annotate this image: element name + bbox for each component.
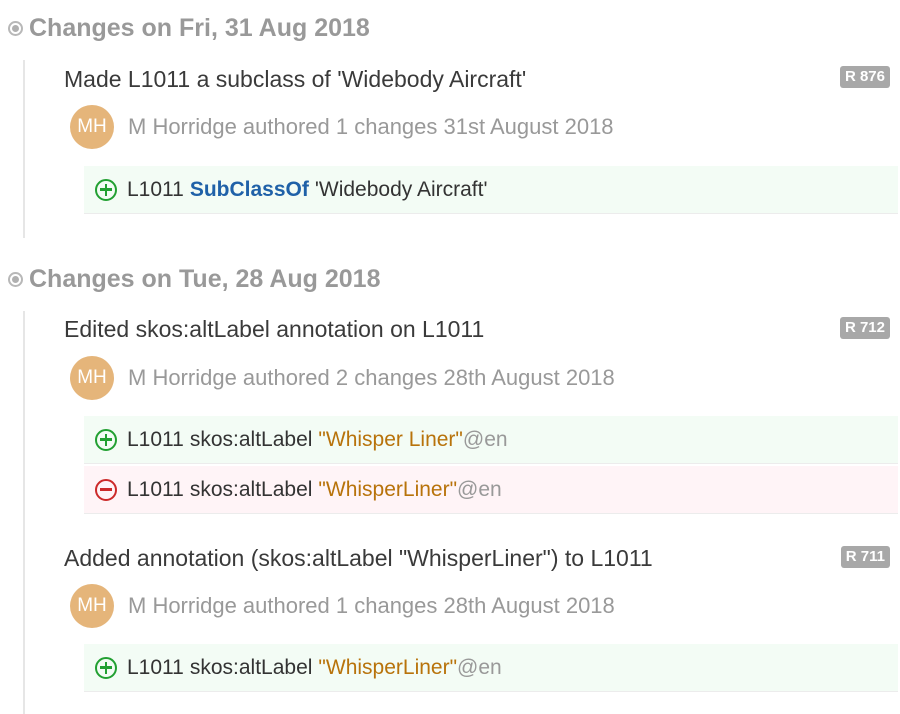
revision-title: Made L1011 a subclass of 'Widebody Aircr… — [64, 66, 527, 92]
add-icon — [95, 428, 117, 451]
avatar: MH — [70, 356, 114, 400]
author-line: MH M Horridge authored 1 changes 31st Au… — [70, 105, 614, 149]
author-text: M Horridge authored 1 changes 31st Augus… — [128, 114, 614, 139]
revision-badge[interactable]: R 711 — [840, 546, 890, 568]
timeline-bullet-icon — [8, 271, 23, 287]
avatar: MH — [70, 105, 114, 149]
remove-icon — [95, 478, 117, 501]
change-row: L1011 skos:altLabel "WhisperLiner"@en — [84, 644, 898, 692]
author-line: MH M Horridge authored 1 changes 28th Au… — [70, 584, 615, 628]
avatar: MH — [70, 584, 114, 628]
day-title: Changes on Fri, 31 Aug 2018 — [29, 13, 370, 42]
property: skos:altLabel — [189, 427, 313, 451]
revision-title: Added annotation (skos:altLabel "Whisper… — [64, 545, 653, 571]
subject: L1011 — [127, 477, 184, 501]
change-row: L1011 SubClassOf 'Widebody Aircraft' — [84, 166, 898, 214]
lang-tag: @en — [457, 477, 502, 501]
change-row: L1011 skos:altLabel "WhisperLiner"@en — [84, 466, 898, 514]
subject: L1011 — [127, 177, 184, 201]
day-title: Changes on Tue, 28 Aug 2018 — [29, 264, 381, 293]
author-line: MH M Horridge authored 2 changes 28th Au… — [70, 356, 615, 400]
property: skos:altLabel — [189, 655, 313, 679]
revision-title: Edited skos:altLabel annotation on L1011 — [64, 316, 485, 342]
timeline-rail — [23, 311, 25, 714]
subject: L1011 — [127, 427, 184, 451]
author-text: M Horridge authored 2 changes 28th Augus… — [128, 365, 615, 390]
literal: "WhisperLiner" — [318, 477, 458, 501]
author-text: M Horridge authored 1 changes 28th Augus… — [128, 593, 615, 618]
timeline-bullet-icon — [8, 20, 23, 36]
add-icon — [95, 178, 117, 201]
change-axiom: L1011 skos:altLabel "WhisperLiner"@en — [127, 656, 502, 680]
change-axiom: L1011 skos:altLabel "Whisper Liner"@en — [127, 428, 508, 452]
day-header: Changes on Tue, 28 Aug 2018 — [8, 262, 380, 296]
keyword: SubClassOf — [189, 177, 309, 201]
literal: "Whisper Liner" — [318, 427, 463, 451]
subject: L1011 — [127, 655, 184, 679]
add-icon — [95, 656, 117, 679]
change-row: L1011 skos:altLabel "Whisper Liner"@en — [84, 416, 898, 464]
object: 'Widebody Aircraft' — [314, 177, 488, 201]
property: skos:altLabel — [189, 477, 313, 501]
lang-tag: @en — [462, 427, 508, 451]
timeline-rail — [23, 60, 25, 238]
revision-badge[interactable]: R 712 — [839, 317, 890, 339]
change-axiom: L1011 skos:altLabel "WhisperLiner"@en — [127, 478, 502, 502]
revision-badge[interactable]: R 876 — [839, 66, 890, 88]
day-header: Changes on Fri, 31 Aug 2018 — [8, 11, 370, 45]
lang-tag: @en — [457, 655, 502, 679]
literal: "WhisperLiner" — [318, 655, 458, 679]
change-axiom: L1011 SubClassOf 'Widebody Aircraft' — [127, 178, 487, 202]
